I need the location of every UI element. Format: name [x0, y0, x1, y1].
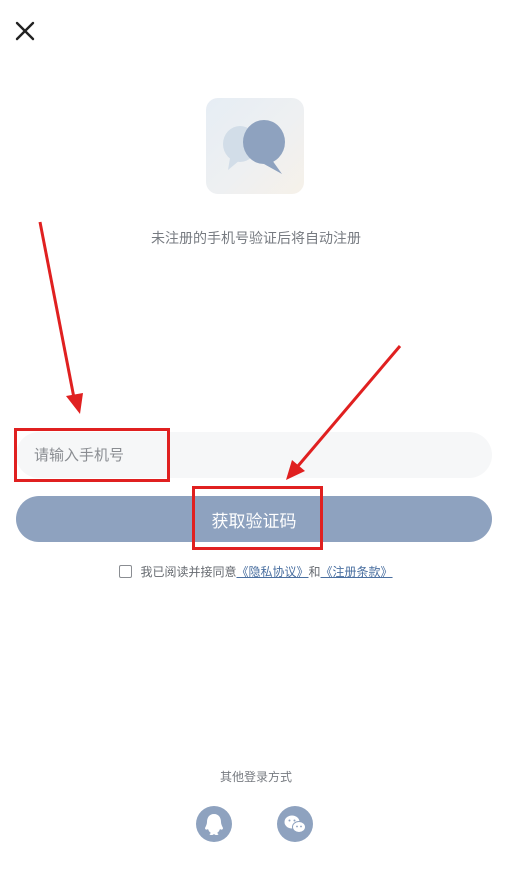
- wechat-login-button[interactable]: [277, 806, 313, 842]
- wechat-icon: [284, 815, 306, 833]
- phone-field: [16, 432, 492, 478]
- terms-link[interactable]: 《注册条款》: [321, 565, 393, 579]
- privacy-link[interactable]: 《隐私协议》: [236, 565, 308, 579]
- get-code-button[interactable]: 获取验证码: [16, 496, 492, 542]
- qq-login-button[interactable]: [196, 806, 232, 842]
- close-icon: [15, 21, 35, 41]
- phone-input[interactable]: [16, 432, 492, 478]
- annotation-arrowhead-left: [66, 393, 83, 414]
- agreement-row: 我已阅读并接同意《隐私协议》和《注册条款》: [0, 563, 512, 580]
- qq-icon: [205, 814, 223, 835]
- auto-register-tip: 未注册的手机号验证后将自动注册: [151, 231, 361, 247]
- other-login-label: 其他登录方式: [219, 770, 292, 784]
- annotation-arrow-left: [38, 221, 76, 399]
- app-logo: [206, 98, 304, 194]
- agreement-text: 我已阅读并接同意: [140, 565, 237, 579]
- agreement-checkbox[interactable]: [119, 565, 133, 578]
- chat-bubbles-icon: [223, 120, 285, 174]
- agreement-and: 和: [308, 565, 321, 579]
- close-button[interactable]: [12, 18, 38, 44]
